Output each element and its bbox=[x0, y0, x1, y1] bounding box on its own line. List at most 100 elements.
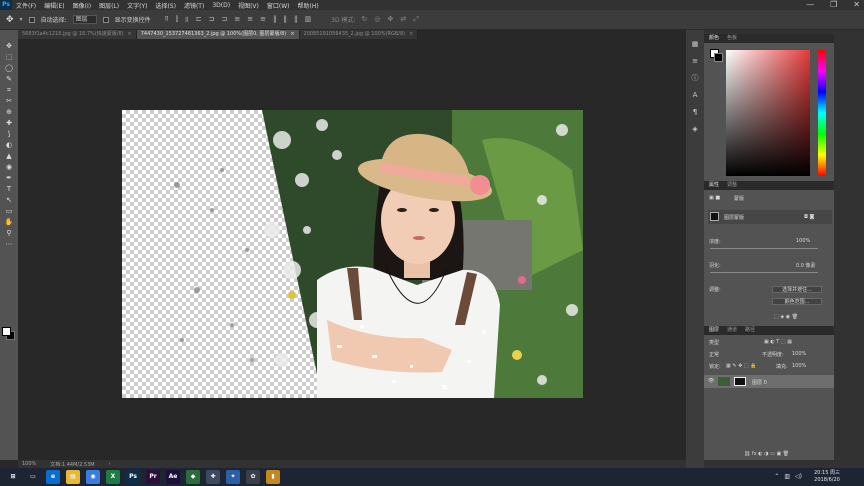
tab-properties[interactable]: 属性 bbox=[709, 181, 719, 190]
zoom-level[interactable]: 100% bbox=[22, 461, 36, 467]
taskbar-clock[interactable]: 20:15 周三 2018/6/20 bbox=[814, 470, 840, 484]
layer-name[interactable]: 图层 0 bbox=[752, 379, 767, 386]
eraser-tool-icon[interactable]: ▲ bbox=[3, 152, 15, 160]
tab-swatches[interactable]: 色板 bbox=[727, 34, 737, 43]
network-icon[interactable]: ▥ bbox=[784, 473, 790, 480]
distribute-vcenter-icon[interactable]: ≡ bbox=[247, 15, 253, 24]
align-vcenter-icon[interactable]: ⫿ bbox=[176, 15, 178, 24]
3d-scale-icon[interactable]: ⤢ bbox=[413, 15, 419, 24]
close-icon[interactable]: × bbox=[290, 31, 294, 37]
brush-tool-icon[interactable]: ⟆ bbox=[3, 130, 15, 138]
distribute-left-icon[interactable]: ‖ bbox=[273, 15, 277, 24]
lasso-tool-icon[interactable]: ◯ bbox=[3, 64, 15, 72]
select-and-mask-button[interactable]: 选择并遮住... bbox=[772, 286, 822, 293]
fill-value[interactable]: 100% bbox=[792, 363, 806, 369]
3d-icon[interactable]: ◈ bbox=[691, 125, 700, 134]
task-view-icon[interactable]: ▭ bbox=[26, 470, 40, 484]
menu-type[interactable]: 文字(Y) bbox=[123, 1, 151, 10]
premiere-icon[interactable]: Pr bbox=[146, 470, 160, 484]
info-icon[interactable]: ⓘ bbox=[691, 74, 700, 83]
marquee-tool-icon[interactable]: ⬚ bbox=[3, 53, 15, 61]
tab-document-2[interactable]: 7447430_153727481363_2.jpg @ 100%(图层0, 图… bbox=[136, 30, 300, 39]
type-tool-icon[interactable]: T bbox=[3, 185, 15, 193]
start-icon[interactable]: ⊞ bbox=[6, 470, 20, 484]
pen-tool-icon[interactable]: ✒ bbox=[3, 174, 15, 182]
layers-footer-icons[interactable]: ⛓ fx ◐ ◑ ▭ ▣ 🗑 bbox=[744, 451, 789, 457]
adjustments-icon[interactable]: ≡ bbox=[691, 57, 700, 66]
tab-paths[interactable]: 路径 bbox=[745, 326, 755, 335]
paragraph-icon[interactable]: ¶ bbox=[691, 108, 700, 117]
tab-channels[interactable]: 通道 bbox=[727, 326, 737, 335]
minimize-button[interactable]: — bbox=[806, 0, 814, 10]
app-icon-1[interactable]: ◆ bbox=[186, 470, 200, 484]
tool-preset-dropdown-icon[interactable]: ▾ bbox=[20, 16, 23, 23]
menu-select[interactable]: 选择(S) bbox=[151, 1, 180, 10]
density-slider[interactable] bbox=[710, 248, 818, 249]
menu-filter[interactable]: 滤镜(T) bbox=[180, 1, 208, 10]
restore-button[interactable]: ❐ bbox=[830, 0, 837, 10]
color-bg-swatch[interactable] bbox=[714, 53, 723, 62]
show-transform-checkbox[interactable] bbox=[102, 16, 109, 23]
rectangle-tool-icon[interactable]: ▭ bbox=[3, 207, 15, 215]
auto-align-icon[interactable]: ▥ bbox=[305, 15, 312, 24]
blend-mode-dropdown[interactable]: 正常 bbox=[709, 351, 719, 358]
3d-slide-icon[interactable]: ⇄ bbox=[400, 15, 406, 24]
3d-pan-icon[interactable]: ✥ bbox=[388, 15, 394, 24]
mask-options-icon[interactable]: ◘ ◙ bbox=[804, 214, 814, 220]
close-button[interactable]: ✕ bbox=[853, 0, 860, 10]
slice-tool-icon[interactable]: ✂ bbox=[3, 97, 15, 105]
distribute-bottom-icon[interactable]: ≡ bbox=[260, 15, 266, 24]
crop-tool-icon[interactable]: ⌗ bbox=[3, 86, 15, 94]
color-range-button[interactable]: 颜色范围... bbox=[772, 298, 822, 305]
foreground-color-swatch[interactable] bbox=[2, 327, 11, 336]
move-tool-icon[interactable]: ✥ bbox=[6, 15, 14, 25]
close-icon[interactable]: × bbox=[128, 31, 132, 37]
lock-icons[interactable]: ▦ ✎ ✥ ⬚ 🔒 bbox=[726, 363, 756, 369]
distribute-right-icon[interactable]: ‖ bbox=[294, 15, 298, 24]
menu-file[interactable]: 文件(F) bbox=[12, 1, 40, 10]
menu-layer[interactable]: 图层(L) bbox=[95, 1, 123, 10]
app-icon-5[interactable]: ▮ bbox=[266, 470, 280, 484]
volume-icon[interactable]: ◁) bbox=[795, 473, 802, 480]
menu-window[interactable]: 窗口(W) bbox=[263, 1, 294, 10]
menu-help[interactable]: 帮助(H) bbox=[294, 1, 323, 10]
align-bottom-icon[interactable]: ⫫ bbox=[185, 15, 189, 24]
opacity-value[interactable]: 100% bbox=[792, 351, 806, 357]
character-icon[interactable]: A bbox=[691, 91, 700, 100]
color-field[interactable] bbox=[726, 50, 810, 176]
menu-edit[interactable]: 编辑(E) bbox=[40, 1, 68, 10]
align-right-icon[interactable]: ⊐ bbox=[222, 15, 228, 24]
eyedropper-tool-icon[interactable]: ⊕ bbox=[3, 108, 15, 116]
excel-icon[interactable]: X bbox=[106, 470, 120, 484]
align-hcenter-icon[interactable]: ⊐ bbox=[209, 15, 215, 24]
menu-3d[interactable]: 3D(D) bbox=[208, 2, 234, 9]
folder-icon[interactable]: ▤ bbox=[66, 470, 80, 484]
history-icon[interactable]: ▦ bbox=[691, 40, 700, 49]
3d-roll-icon[interactable]: ◎ bbox=[374, 15, 380, 24]
menu-image[interactable]: 图像(I) bbox=[69, 1, 95, 10]
tab-layers[interactable]: 图层 bbox=[709, 326, 719, 335]
quick-select-tool-icon[interactable]: ✎ bbox=[3, 75, 15, 83]
menu-view[interactable]: 视图(V) bbox=[234, 1, 263, 10]
hand-tool-icon[interactable]: ✋ bbox=[3, 218, 15, 226]
status-arrow-icon[interactable]: › bbox=[109, 461, 111, 467]
edge-icon[interactable]: e bbox=[46, 470, 60, 484]
tab-color[interactable]: 颜色 bbox=[709, 34, 719, 43]
layer-mask-thumbnail[interactable] bbox=[734, 377, 746, 386]
healing-brush-tool-icon[interactable]: ✚ bbox=[3, 119, 15, 127]
chrome-icon[interactable]: ◉ bbox=[86, 470, 100, 484]
distribute-hcenter-icon[interactable]: ‖ bbox=[284, 15, 288, 24]
distribute-top-icon[interactable]: ≡ bbox=[234, 15, 240, 24]
mask-footer-icons[interactable]: ⬚ ◈ ◉ 🗑 bbox=[774, 314, 798, 320]
hue-slider[interactable] bbox=[818, 50, 826, 176]
tray-up-icon[interactable]: ⌃ bbox=[774, 473, 779, 480]
layer-filter-icons[interactable]: ▣ ◐ T ⬚ ▦ bbox=[764, 339, 792, 345]
feather-value[interactable]: 0.0 像素 bbox=[796, 262, 816, 269]
auto-select-dropdown[interactable]: 图层 bbox=[72, 15, 97, 24]
density-value[interactable]: 100% bbox=[796, 238, 810, 244]
tab-document-1[interactable]: 5683f1a4c1216.jpg @ 16.7%(快速蒙版/8) × bbox=[18, 30, 137, 39]
image-canvas[interactable] bbox=[122, 110, 583, 398]
app-icon-2[interactable]: ✚ bbox=[206, 470, 220, 484]
photoshop-icon[interactable]: Ps bbox=[126, 470, 140, 484]
move-tool-icon[interactable]: ✥ bbox=[3, 42, 15, 50]
